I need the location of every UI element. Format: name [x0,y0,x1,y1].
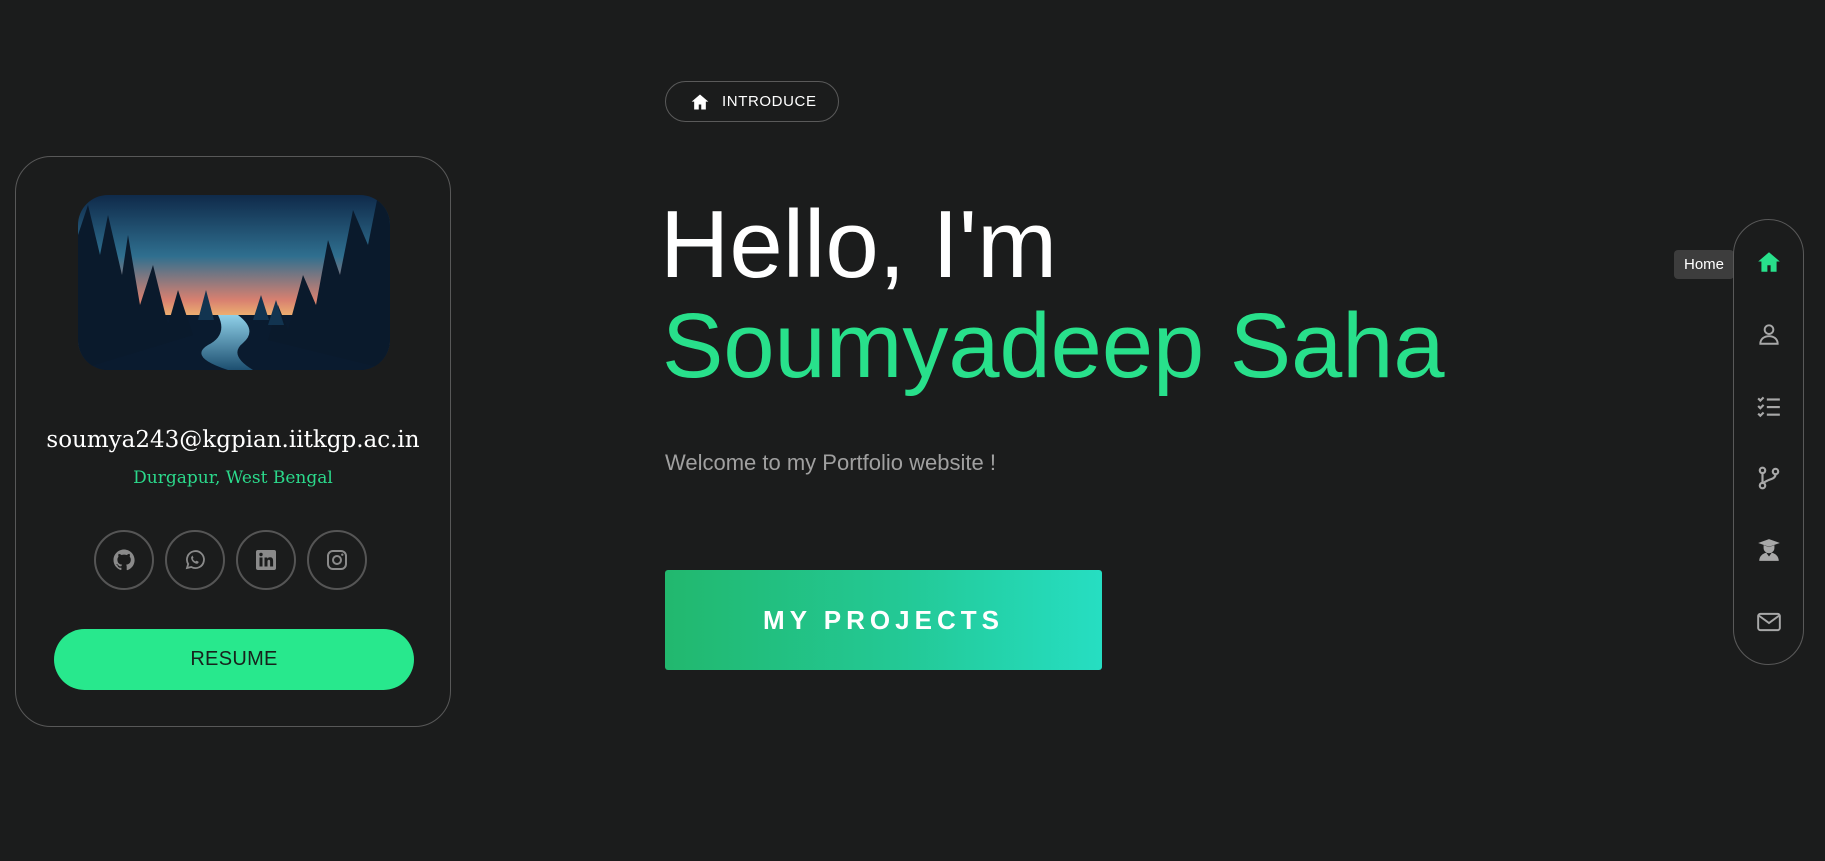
profile-photo [78,195,390,370]
home-icon [1757,252,1780,272]
instagram-icon [327,550,347,570]
nav-about[interactable] [1734,309,1803,359]
linkedin-link[interactable] [236,530,296,590]
nav-home[interactable] [1734,237,1803,287]
graduation-icon [1757,539,1780,561]
github-link[interactable] [94,530,154,590]
side-nav [1733,219,1804,665]
nav-skills[interactable] [1734,381,1803,431]
nav-tooltip: Home [1674,250,1735,279]
social-links [94,530,367,590]
home-icon [691,94,709,109]
welcome-text: Welcome to my Portfolio website ! [665,450,996,475]
whatsapp-icon [185,550,205,570]
nav-contact[interactable] [1734,597,1803,647]
nav-projects[interactable] [1734,453,1803,503]
github-icon [113,549,135,571]
profile-location: Durgapur, West Bengal [133,468,333,488]
checklist-icon [1756,396,1780,418]
profile-card: soumya243@kgpian.iitkgp.ac.in Durgapur, … [15,156,451,727]
resume-button[interactable]: RESUME [54,629,414,690]
greeting-heading: Hello, I'm [660,191,1058,298]
profile-email: soumya243@kgpian.iitkgp.ac.in [46,427,420,453]
user-icon [1758,324,1779,345]
instagram-link[interactable] [307,530,367,590]
whatsapp-link[interactable] [165,530,225,590]
nav-education[interactable] [1734,525,1803,575]
envelope-icon [1756,612,1781,632]
name-heading: Soumyadeep Saha [662,295,1445,397]
introduce-badge-label: INTRODUCE [722,93,817,110]
git-branch-icon [1758,466,1779,490]
my-projects-button[interactable]: MY PROJECTS [665,570,1102,670]
linkedin-icon [256,550,276,570]
introduce-badge: INTRODUCE [665,81,839,122]
